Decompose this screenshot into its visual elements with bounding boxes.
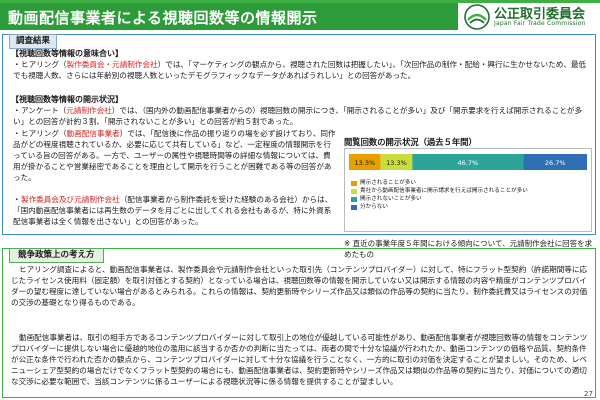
legend-swatch <box>351 196 357 202</box>
legend-item-3: 開示されないことが多い <box>351 195 528 203</box>
policy-paragraph-2: 動画配信事業者は、取引の相手方であるコンテンツプロバイダーに対して取引上の地位が… <box>11 333 588 386</box>
legend-swatch <box>351 204 357 210</box>
legend-swatch <box>351 180 357 186</box>
legend-item-4: 分からない <box>351 203 528 211</box>
title-banner: 動画配信事業者による視聴回数等の情報開示 <box>0 3 458 30</box>
bar-value-label-1: 13.3% <box>354 159 375 167</box>
disclosure-chart: 13.3% 13.3% 46.7% 26.7% <box>349 154 587 170</box>
section2-paragraph-1: ・アンケート（元請制作会社）では、（国内外の動画配信事業者からの）視聴回数の開示… <box>13 106 583 126</box>
section1-paragraph: ・ヒアリング（製作委員会・元請制作会社）では、「マーケティングの観点から、視聴さ… <box>13 60 587 80</box>
section1-heading: 【視聴回数等情報の意味合い】 <box>11 49 123 58</box>
legend-label: 貴社から動画配信事業者に開示請求を行えば開示されることが多い <box>360 188 528 194</box>
legend-swatch <box>351 188 357 194</box>
page-title: 動画配信事業者による視聴回数等の情報開示 <box>8 9 318 27</box>
org-name-en: Japan Fair Trade Commission <box>494 20 586 27</box>
legend-label: 分からない <box>360 204 388 210</box>
page-number: 27 <box>584 390 593 398</box>
section2-heading: 【視聴回数等情報の開示状況】 <box>11 95 123 104</box>
jftc-logo: 公正取引委員会 Japan Fair Trade Commission <box>462 2 598 36</box>
section2-paragraph-3: ・製作委員会及び元請制作会社（配信事業者から制作委託を受けた経験のある会社）から… <box>13 195 333 226</box>
legend-item-2: 貴社から動画配信事業者に開示請求を行えば開示されることが多い <box>351 187 528 195</box>
bar-value-label-2: 13.3% <box>386 159 407 167</box>
legend-label: 開示されないことが多い <box>360 196 422 202</box>
competition-policy-box: 競争政策上の考え方 ヒアリング調査によると、動画配信事業者は、製作委員会や元請制… <box>2 248 596 398</box>
survey-results-label: 調査結果 <box>9 34 58 49</box>
section2-paragraph-2: ・ヒアリング（動画配信事業者）では、「配信後に作品の振り返りの場を必ず設けており… <box>13 129 336 182</box>
policy-paragraph-1: ヒアリング調査によると、動画配信事業者は、製作委員会や元請制作会社といった取引先… <box>11 265 588 307</box>
chart-title: 閲覧回数の開示状況（過去５年間） <box>344 137 477 147</box>
legend-label: 開示されることが多い <box>360 180 416 186</box>
legend-item-1: 開示されることが多い <box>351 179 528 187</box>
bar-value-label-4: 26.7% <box>545 159 566 167</box>
bar-value-label-3: 46.7% <box>458 159 479 167</box>
chart-frame: 13.3% 13.3% 46.7% 26.7% 開示されることが多い貴社から動画配信事… <box>344 148 592 232</box>
jftc-emblem-icon <box>464 4 490 30</box>
competition-policy-label: 競争政策上の考え方 <box>9 248 104 263</box>
chart-legend: 開示されることが多い貴社から動画配信事業者に開示請求を行えば開示されることが多い… <box>351 179 528 211</box>
